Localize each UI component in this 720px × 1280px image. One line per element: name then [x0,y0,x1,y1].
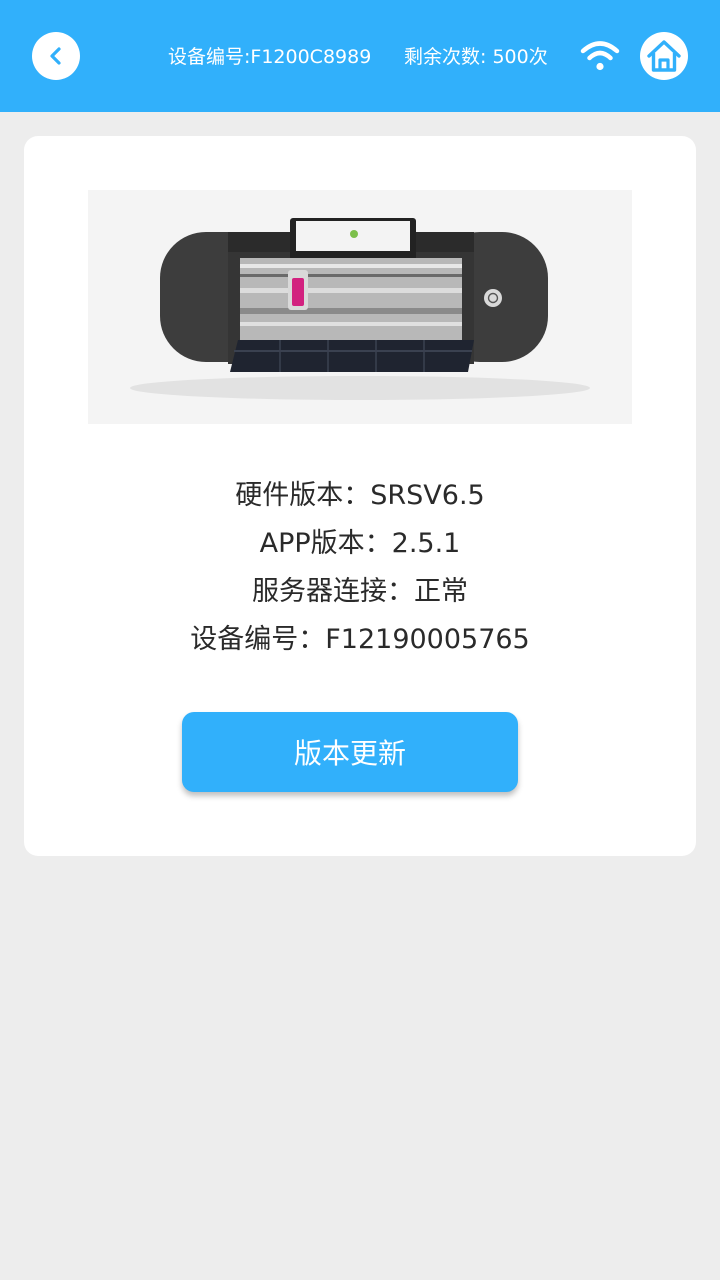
home-icon [647,40,681,72]
version-update-button[interactable]: 版本更新 [182,712,518,792]
app-version: APP版本：2.5.1 [259,528,461,559]
top-bar: 设备编号:F1200C8989 剩余次数: 500次 [0,0,720,112]
remaining-count: 剩余次数: 500次 [404,46,548,68]
chevron-left-icon [50,47,61,65]
cutting-machine-image [88,190,632,424]
back-button[interactable] [32,32,80,80]
server-connection-status: 服务器连接：正常 [252,576,468,607]
device-info-list: 硬件版本：SRSV6.5 APP版本：2.5.1 服务器连接：正常 设备编号：F… [24,472,696,664]
device-info-card: 硬件版本：SRSV6.5 APP版本：2.5.1 服务器连接：正常 设备编号：F… [24,136,696,856]
header-device-id: 设备编号:F1200C8989 [168,46,372,68]
hardware-version: 硬件版本：SRSV6.5 [235,480,485,511]
wifi-icon[interactable] [580,38,620,74]
device-serial-number: 设备编号：F12190005765 [190,624,530,655]
home-button[interactable] [640,32,688,80]
